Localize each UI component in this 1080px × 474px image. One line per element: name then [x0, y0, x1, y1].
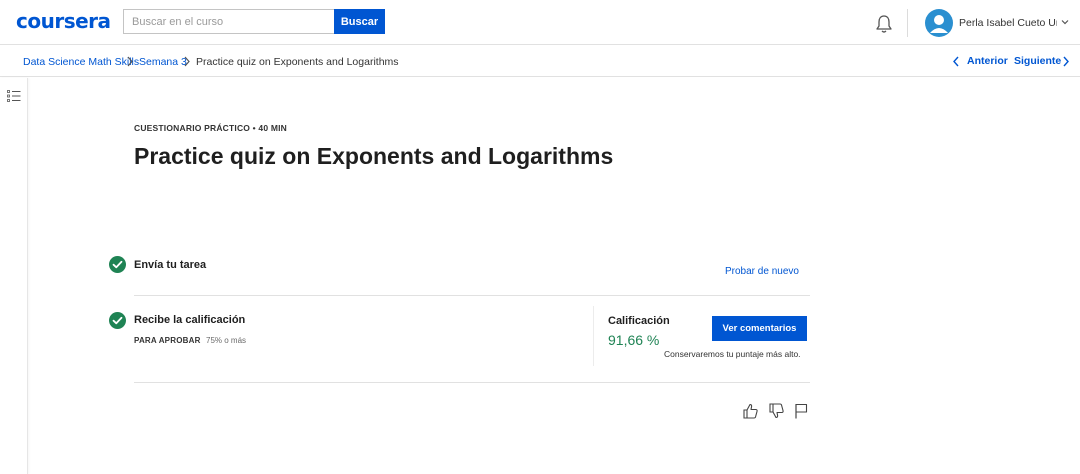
- user-avatar-icon[interactable]: [925, 9, 953, 37]
- next-button[interactable]: Siguiente: [1014, 55, 1061, 67]
- chevron-down-icon[interactable]: [1060, 17, 1070, 27]
- breadcrumb-course[interactable]: Data Science Math Skills: [23, 56, 139, 68]
- pass-value: 75% o más: [206, 336, 247, 345]
- submit-step-title: Envía tu tarea: [134, 259, 207, 271]
- thumbs-up-icon[interactable]: [743, 403, 758, 419]
- sidebar-rail: [0, 78, 28, 474]
- search-bar: Buscar: [123, 9, 385, 34]
- check-circle-icon: [109, 256, 126, 273]
- grade-step-title: Recibe la calificación: [134, 314, 246, 326]
- grade-value: 91,66 %: [608, 332, 660, 348]
- page-title: Practice quiz on Exponents and Logarithm…: [134, 143, 614, 169]
- chevron-right-icon: [127, 56, 133, 67]
- quiz-kicker: CUESTIONARIO PRÁCTICO • 40 MIN: [134, 123, 288, 133]
- previous-button[interactable]: Anterior: [967, 55, 1008, 67]
- section-divider: [134, 295, 810, 296]
- list-icon[interactable]: [7, 90, 21, 102]
- search-button[interactable]: Buscar: [334, 9, 385, 34]
- check-circle-icon: [109, 312, 126, 329]
- bell-icon[interactable]: [875, 14, 893, 34]
- chevron-right-icon: [184, 56, 190, 67]
- view-feedback-button[interactable]: Ver comentarios: [712, 316, 807, 341]
- section-divider: [134, 382, 810, 383]
- grade-label: Calificación: [608, 315, 670, 327]
- search-input[interactable]: [123, 9, 334, 34]
- retry-link[interactable]: Probar de nuevo: [725, 266, 799, 277]
- pass-label: PARA APROBAR: [134, 336, 201, 345]
- breadcrumb: Data Science Math Skills Semana 3 Practi…: [0, 46, 1080, 77]
- user-name[interactable]: Perla Isabel Cueto Ur...: [959, 17, 1057, 29]
- chevron-right-icon[interactable]: [1062, 56, 1070, 67]
- breadcrumb-current: Practice quiz on Exponents and Logarithm…: [196, 56, 399, 68]
- breadcrumb-week[interactable]: Semana 3: [139, 56, 187, 68]
- header-divider: [907, 9, 908, 37]
- chevron-left-icon[interactable]: [952, 56, 960, 67]
- coursera-logo[interactable]: coursera: [16, 9, 111, 33]
- flag-icon[interactable]: [794, 403, 809, 419]
- top-bar: coursera Buscar Perla Isabel Cueto Ur...: [0, 0, 1080, 45]
- highest-score-note: Conservaremos tu puntaje más alto.: [664, 349, 801, 359]
- grade-divider: [593, 306, 594, 366]
- thumbs-down-icon[interactable]: [769, 403, 784, 419]
